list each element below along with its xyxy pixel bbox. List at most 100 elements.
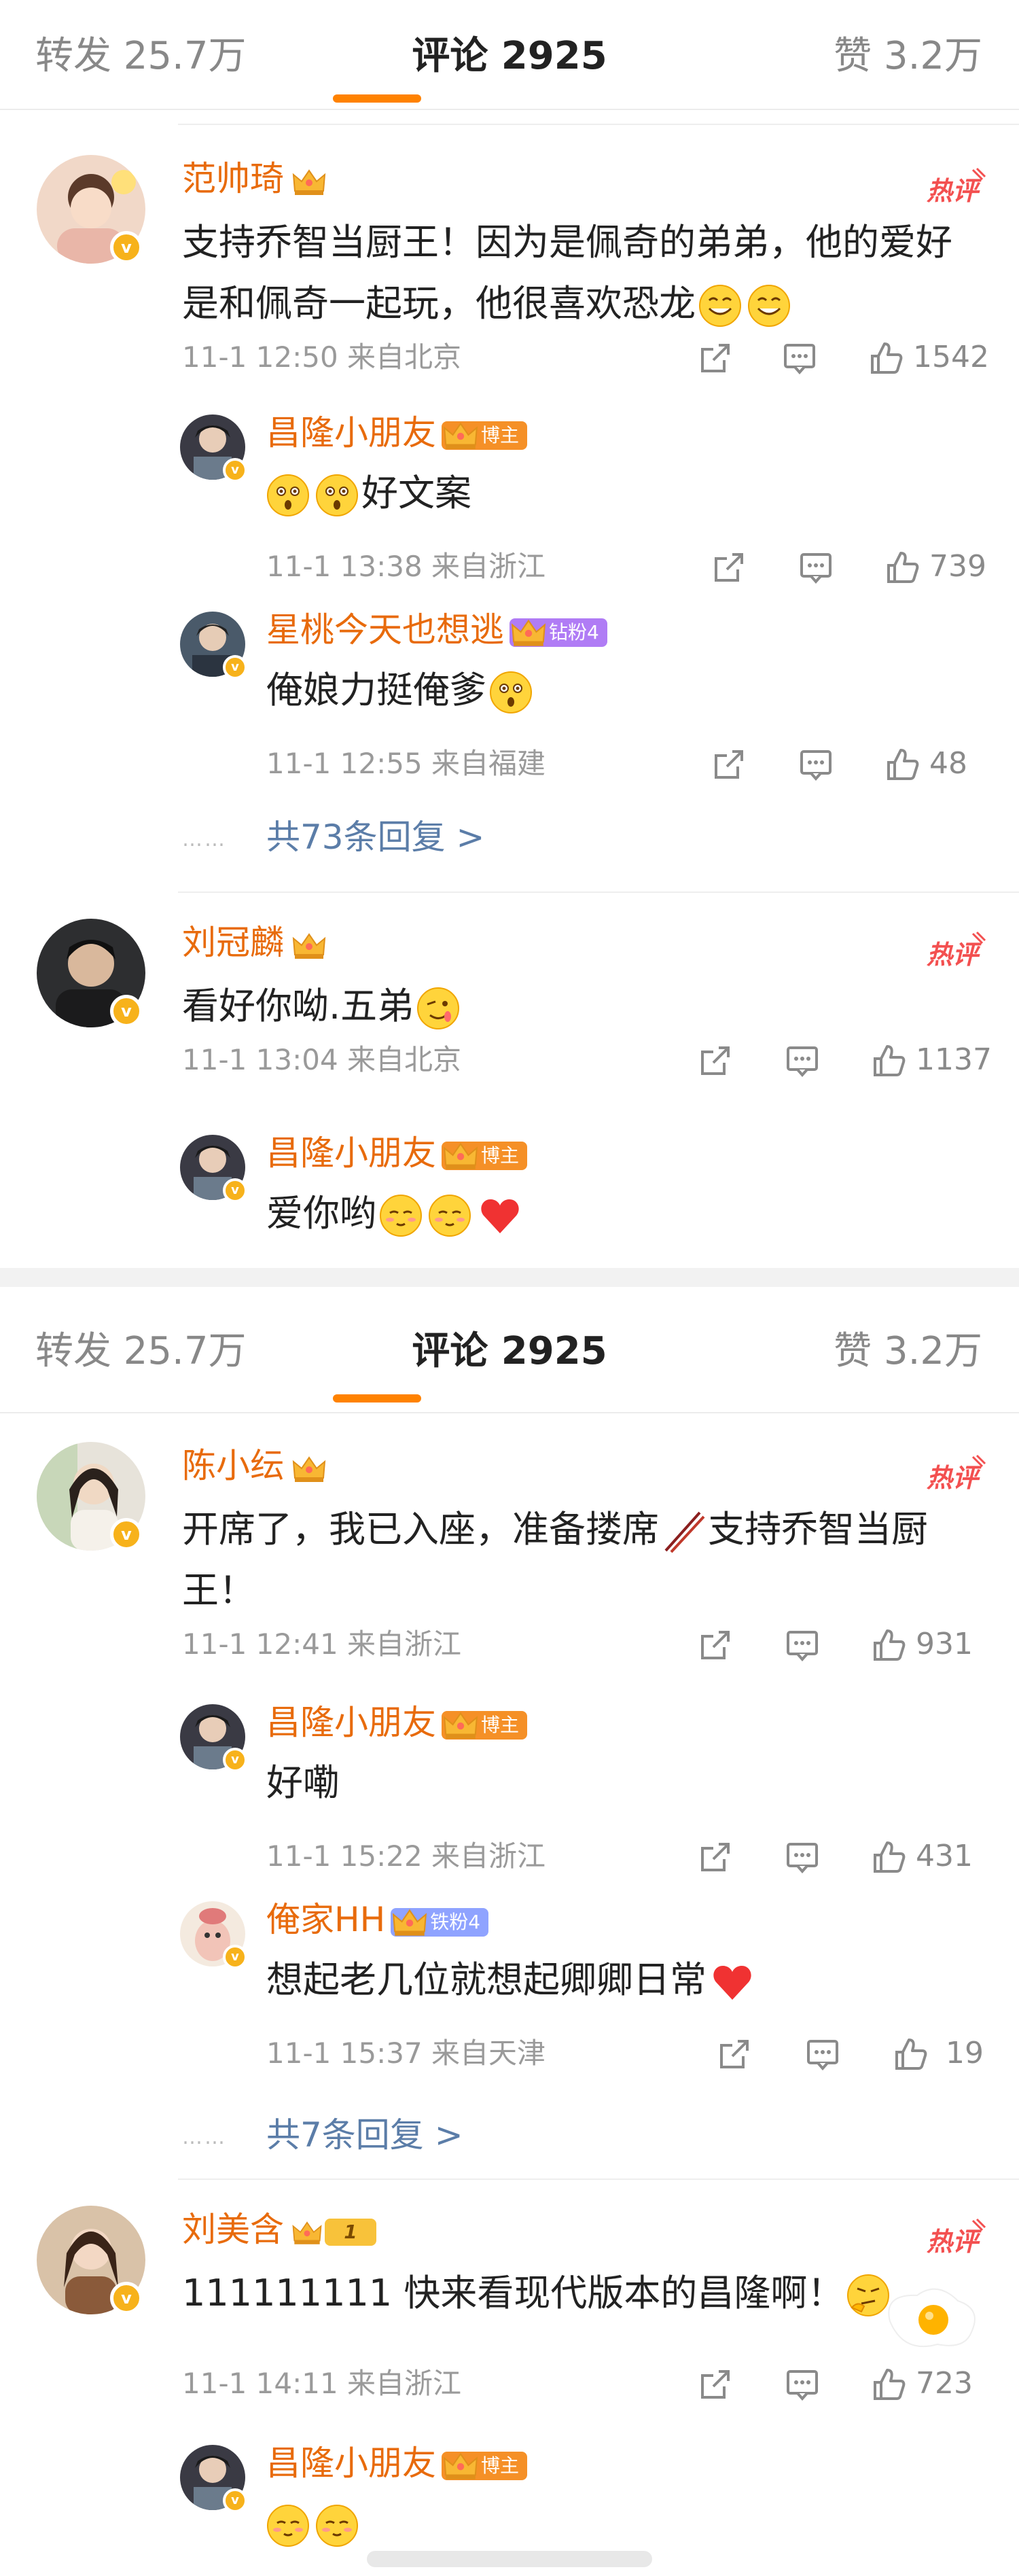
crown-icon bbox=[444, 1712, 478, 1740]
crown-icon bbox=[444, 422, 478, 450]
surprised-emoji bbox=[267, 474, 309, 517]
badge-text: 钻粉4 bbox=[549, 620, 599, 643]
view-more-replies-link[interactable]: 共7条回复 > bbox=[266, 2113, 463, 2157]
comment-text-body: 看好你呦.五弟 bbox=[182, 985, 414, 1027]
username-text[interactable]: 星桃今天也想逃 bbox=[266, 610, 504, 650]
reply-text: 爱你哟 bbox=[266, 1186, 522, 1241]
divider bbox=[178, 892, 1019, 893]
username[interactable]: 刘冠麟 bbox=[182, 921, 327, 964]
reply-text: 俺娘力挺俺爹 bbox=[266, 663, 535, 718]
crown-icon bbox=[292, 2221, 322, 2245]
chopsticks-icon bbox=[664, 1512, 705, 1553]
username[interactable]: 星桃今天也想逃 钻粉4 bbox=[266, 609, 607, 651]
badge-text: 博主 bbox=[481, 1144, 520, 1167]
reply-actions: 48 bbox=[712, 743, 984, 784]
comment-actions: 1137 bbox=[698, 1040, 992, 1080]
blogger-badge: 博主 bbox=[442, 1710, 528, 1740]
username[interactable]: 昌隆小朋友 博主 bbox=[266, 2442, 528, 2484]
share-icon[interactable] bbox=[698, 1840, 732, 1874]
comment-icon[interactable] bbox=[785, 1628, 819, 1662]
comment-icon[interactable] bbox=[806, 2037, 840, 2071]
share-icon[interactable] bbox=[698, 1628, 732, 1662]
username-text[interactable]: 俺家HH bbox=[266, 1900, 385, 1939]
like-count: 431 bbox=[916, 1839, 973, 1873]
username-text[interactable]: 陈小纭 bbox=[182, 1446, 284, 1485]
reply-text: 好嘞 bbox=[266, 1761, 340, 1804]
like-icon[interactable] bbox=[872, 1628, 906, 1662]
crown-icon bbox=[293, 933, 325, 959]
comment-meta: 11-1 12:41 来自浙江 bbox=[182, 1627, 462, 1661]
tab-likes[interactable]: 赞 3.2万 bbox=[834, 1328, 982, 1375]
share-icon[interactable] bbox=[698, 1044, 732, 1078]
weibo-comment-screenshot: 转发 25.7万 评论 2925 赞 3.2万 v 范帅琦 支持乔智当厨王！因为… bbox=[0, 0, 1019, 2576]
comment-meta: 11-1 13:04 来自北京 bbox=[182, 1043, 462, 1076]
reply-actions: 431 bbox=[698, 1836, 984, 1877]
like-count: 739 bbox=[929, 549, 986, 584]
share-icon[interactable] bbox=[698, 341, 732, 375]
divider bbox=[178, 2178, 1019, 2180]
like-icon[interactable] bbox=[894, 2037, 928, 2071]
heart-icon bbox=[481, 1199, 519, 1234]
surprised-emoji bbox=[490, 671, 532, 714]
comment-icon[interactable] bbox=[799, 747, 833, 781]
username-text[interactable]: 昌隆小朋友 bbox=[266, 413, 436, 453]
username-text[interactable]: 昌隆小朋友 bbox=[266, 2443, 436, 2483]
grinning-emoji bbox=[747, 284, 791, 328]
username-text[interactable]: 刘冠麟 bbox=[182, 923, 284, 962]
badge-text: 铁粉4 bbox=[430, 1910, 481, 1933]
reply-text: 想起老几位就想起卿卿日常 bbox=[266, 1953, 754, 2007]
comment-icon[interactable] bbox=[785, 2367, 819, 2401]
hot-comment-badge bbox=[925, 1454, 986, 1494]
comment-actions: 723 bbox=[698, 2363, 984, 2404]
blush-emoji bbox=[315, 2504, 359, 2547]
view-more-replies-link[interactable]: 共73条回复 > bbox=[266, 815, 484, 859]
like-count: 48 bbox=[929, 746, 967, 781]
hot-comment-badge bbox=[925, 2218, 986, 2258]
username[interactable]: 昌隆小朋友 博主 bbox=[266, 1132, 528, 1174]
grinning-emoji bbox=[698, 284, 742, 328]
share-icon[interactable] bbox=[717, 2037, 751, 2071]
comment-icon[interactable] bbox=[785, 1044, 819, 1078]
like-icon[interactable] bbox=[886, 747, 920, 781]
reply-text bbox=[266, 2496, 361, 2551]
comment-icon[interactable] bbox=[799, 550, 833, 584]
like-icon[interactable] bbox=[870, 341, 904, 375]
username[interactable]: 刘美含 1 bbox=[182, 2208, 376, 2251]
comment-icon[interactable] bbox=[785, 1840, 819, 1874]
username[interactable]: 范帅琦 bbox=[182, 158, 327, 200]
username-text[interactable]: 范帅琦 bbox=[182, 159, 284, 198]
blogger-badge: 博主 bbox=[442, 421, 528, 450]
share-icon[interactable] bbox=[712, 550, 746, 584]
image-watermark-bar bbox=[367, 2551, 652, 2567]
username-text[interactable]: 刘美含 bbox=[182, 2210, 284, 2249]
comment-text: 看好你呦.五弟 bbox=[182, 976, 977, 1037]
like-icon[interactable] bbox=[872, 2367, 906, 2401]
reply-meta: 11-1 15:37 来自天津 bbox=[266, 2036, 546, 2070]
tab-likes[interactable]: 赞 3.2万 bbox=[834, 33, 982, 80]
reply-actions: 739 bbox=[712, 546, 986, 587]
username[interactable]: 昌隆小朋友 博主 bbox=[266, 412, 528, 454]
iron-fan-badge: 铁粉4 bbox=[391, 1907, 489, 1937]
reply-text-body: 好文案 bbox=[361, 472, 471, 514]
username[interactable]: 陈小纭 bbox=[182, 1445, 327, 1487]
blush-emoji bbox=[379, 1194, 423, 1237]
comment-icon[interactable] bbox=[783, 341, 817, 375]
like-icon[interactable] bbox=[886, 550, 920, 584]
comment-meta: 11-1 12:50 来自北京 bbox=[182, 340, 462, 374]
share-icon[interactable] bbox=[698, 2367, 732, 2401]
username[interactable]: 昌隆小朋友 博主 bbox=[266, 1701, 528, 1744]
reply-meta: 11-1 13:38 来自浙江 bbox=[266, 550, 546, 583]
share-icon[interactable] bbox=[712, 747, 746, 781]
like-icon[interactable] bbox=[872, 1840, 906, 1874]
mid-tab-bar: 转发 25.7万 评论 2925 赞 3.2万 bbox=[0, 1287, 1019, 1413]
username-text[interactable]: 昌隆小朋友 bbox=[266, 1703, 436, 1742]
level-badge: 1 bbox=[325, 2218, 376, 2246]
username-text[interactable]: 昌隆小朋友 bbox=[266, 1133, 436, 1173]
like-icon[interactable] bbox=[872, 1044, 906, 1078]
username[interactable]: 俺家HH 铁粉4 bbox=[266, 1899, 489, 1941]
crown-icon bbox=[293, 169, 325, 196]
reply-text-body: 俺娘力挺俺爹 bbox=[266, 669, 486, 711]
comment-text: 支持乔智当厨王！因为是佩奇的弟弟，他的爱好是和佩奇一起玩，他很喜欢恐龙 bbox=[182, 212, 977, 334]
comment-actions: 931 bbox=[698, 1624, 984, 1665]
reply-meta: 11-1 12:55 来自福建 bbox=[266, 747, 546, 780]
